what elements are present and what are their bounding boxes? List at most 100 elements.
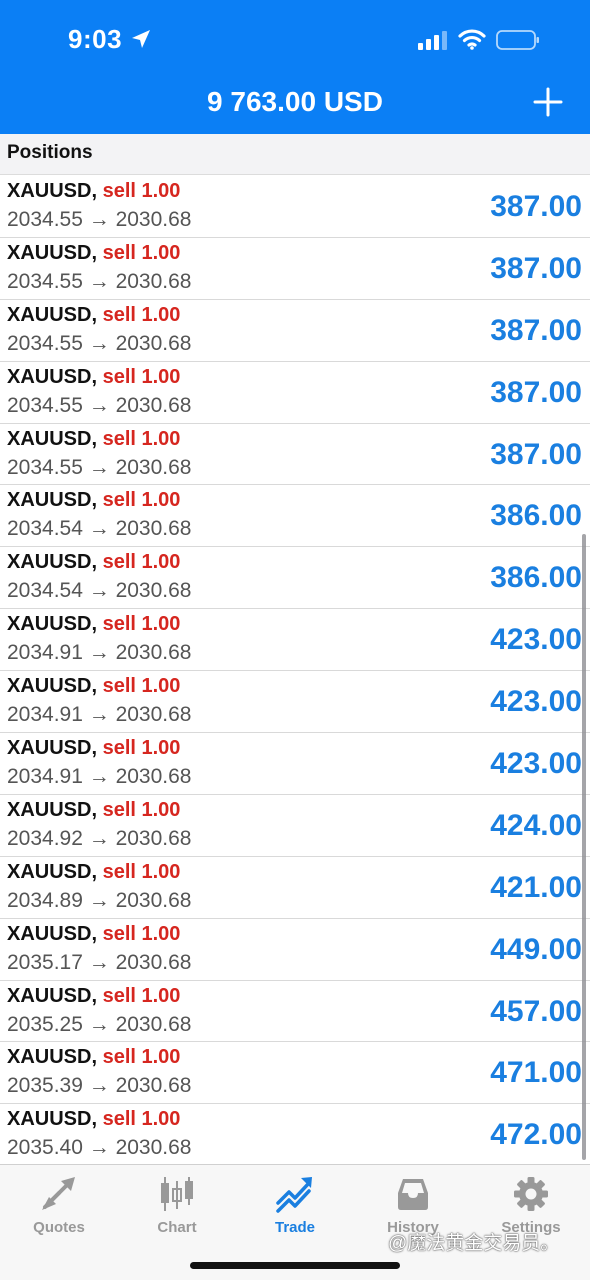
position-row[interactable]: XAUUSD, sell 1.00 2034.55 → 2030.68 387.00 <box>0 424 590 486</box>
tab-chart[interactable]: Chart <box>118 1173 236 1236</box>
position-symbol: XAUUSD, <box>7 241 98 264</box>
position-symbol: XAUUSD, <box>7 365 98 388</box>
position-symbol: XAUUSD, <box>7 798 98 821</box>
position-profit: 471.00 <box>490 1056 582 1090</box>
positions-section-header: Positions <box>0 134 590 175</box>
position-title: XAUUSD, sell 1.00 <box>7 242 180 265</box>
position-title: XAUUSD, sell 1.00 <box>7 428 180 451</box>
position-profit: 386.00 <box>490 499 582 533</box>
position-symbol: XAUUSD, <box>7 489 98 512</box>
position-row[interactable]: XAUUSD, sell 1.00 2034.54 → 2030.68 386.00 <box>0 547 590 610</box>
position-side: sell 1.00 <box>102 427 181 450</box>
position-title: XAUUSD, sell 1.00 <box>7 304 180 327</box>
position-profit: 424.00 <box>490 808 582 842</box>
position-row[interactable]: XAUUSD, sell 1.00 2035.39 → 2030.68 471.00 <box>0 1042 590 1105</box>
position-profit: 387.00 <box>490 437 582 471</box>
position-prices: 2034.91 → 2030.68 <box>7 641 192 665</box>
position-title: XAUUSD, sell 1.00 <box>7 985 180 1008</box>
position-prices: 2034.89 → 2030.68 <box>7 888 192 912</box>
watermark: @魔法黄金交易员。 <box>388 1233 560 1254</box>
home-indicator <box>190 1262 400 1269</box>
position-profit: 457.00 <box>490 994 582 1028</box>
position-side: sell 1.00 <box>102 798 181 821</box>
position-profit: 449.00 <box>490 932 582 966</box>
positions-list: XAUUSD, sell 1.00 2034.55 → 2030.68 387.00… <box>0 176 590 1167</box>
position-row[interactable]: XAUUSD, sell 1.00 2034.91 → 2030.68 423.00 <box>0 609 590 672</box>
position-side: sell 1.00 <box>102 860 181 883</box>
position-profit: 387.00 <box>490 251 582 285</box>
position-symbol: XAUUSD, <box>7 860 98 883</box>
cellular-signal-icon <box>418 31 447 50</box>
position-symbol: XAUUSD, <box>7 984 98 1007</box>
position-row[interactable]: XAUUSD, sell 1.00 2035.17 → 2030.68 449.00 <box>0 919 590 981</box>
position-profit: 387.00 <box>490 313 582 347</box>
battery-icon <box>496 30 539 50</box>
position-row[interactable]: XAUUSD, sell 1.00 2034.54 → 2030.68 386.00 <box>0 485 590 548</box>
position-side: sell 1.00 <box>102 489 181 512</box>
position-profit: 387.00 <box>490 190 582 223</box>
position-prices: 2035.17 → 2030.68 <box>7 950 192 974</box>
location-arrow-icon <box>132 30 150 48</box>
position-side: sell 1.00 <box>102 1108 181 1131</box>
position-row[interactable]: XAUUSD, sell 1.00 2035.25 → 2030.68 457.00 <box>0 981 590 1043</box>
position-title: XAUUSD, sell 1.00 <box>7 861 180 884</box>
position-symbol: XAUUSD, <box>7 1108 98 1131</box>
scrollbar[interactable] <box>582 534 586 1160</box>
position-prices: 2035.40 → 2030.68 <box>7 1136 192 1160</box>
trade-trend-icon <box>276 1177 312 1213</box>
position-prices: 2034.92 → 2030.68 <box>7 826 192 850</box>
tab-trade[interactable]: Trade <box>236 1173 354 1236</box>
position-symbol: XAUUSD, <box>7 551 98 574</box>
status-time: 9:03 <box>68 24 123 54</box>
position-side: sell 1.00 <box>102 737 181 760</box>
position-row[interactable]: XAUUSD, sell 1.00 2034.89 → 2030.68 421.00 <box>0 857 590 919</box>
position-symbol: XAUUSD, <box>7 1046 98 1069</box>
position-prices: 2035.25 → 2030.68 <box>7 1012 192 1036</box>
position-title: XAUUSD, sell 1.00 <box>7 737 180 760</box>
position-row[interactable]: XAUUSD, sell 1.00 2034.55 → 2030.68 387.00 <box>0 238 590 300</box>
position-prices: 2034.91 → 2030.68 <box>7 765 192 789</box>
position-row[interactable]: XAUUSD, sell 1.00 2034.91 → 2030.68 423.00 <box>0 733 590 795</box>
tab-history[interactable]: History <box>354 1173 472 1236</box>
add-position-button[interactable] <box>532 86 564 118</box>
position-title: XAUUSD, sell 1.00 <box>7 923 180 946</box>
position-prices: 2034.54 → 2030.68 <box>7 579 192 603</box>
position-row[interactable]: XAUUSD, sell 1.00 2035.40 → 2030.68 472.00 <box>0 1104 590 1167</box>
section-title: Positions <box>7 142 93 163</box>
tab-settings[interactable]: Settings <box>472 1173 590 1236</box>
position-profit: 472.00 <box>490 1118 582 1152</box>
position-side: sell 1.00 <box>102 984 181 1007</box>
position-symbol: XAUUSD, <box>7 180 98 202</box>
position-row[interactable]: XAUUSD, sell 1.00 2034.92 → 2030.68 424.00 <box>0 795 590 857</box>
wifi-icon <box>458 29 486 50</box>
position-side: sell 1.00 <box>102 551 181 574</box>
position-profit: 421.00 <box>490 870 582 904</box>
account-balance: 9 763.00 USD <box>207 86 383 117</box>
position-title: XAUUSD, sell 1.00 <box>7 551 180 574</box>
position-symbol: XAUUSD, <box>7 303 98 326</box>
position-prices: 2034.54 → 2030.68 <box>7 517 192 541</box>
tab-quotes[interactable]: Quotes <box>0 1173 118 1236</box>
position-side: sell 1.00 <box>102 613 181 636</box>
position-prices: 2034.55 → 2030.68 <box>7 208 192 231</box>
position-title: XAUUSD, sell 1.00 <box>7 613 180 636</box>
position-symbol: XAUUSD, <box>7 737 98 760</box>
position-side: sell 1.00 <box>102 241 181 264</box>
position-side: sell 1.00 <box>102 365 181 388</box>
position-prices: 2034.55 → 2030.68 <box>7 269 192 293</box>
gear-icon <box>514 1177 548 1211</box>
tab-label: Quotes <box>33 1219 85 1236</box>
position-row[interactable]: XAUUSD, sell 1.00 2034.91 → 2030.68 423.00 <box>0 671 590 734</box>
tab-label: Trade <box>274 1219 316 1236</box>
position-row[interactable]: XAUUSD, sell 1.00 2034.55 → 2030.68 387.00 <box>0 362 590 424</box>
position-row[interactable]: XAUUSD, sell 1.00 2034.55 → 2030.68 387.00 <box>0 300 590 362</box>
position-prices: 2034.91 → 2030.68 <box>7 703 192 727</box>
candlestick-icon <box>161 1177 193 1211</box>
position-row[interactable]: XAUUSD, sell 1.00 2034.55 → 2030.68 387.00 <box>0 176 590 238</box>
position-title: XAUUSD, sell 1.00 <box>7 799 180 822</box>
app-header: 9:03 9 763.00 USD <box>0 0 590 134</box>
position-symbol: XAUUSD, <box>7 613 98 636</box>
position-title: XAUUSD, sell 1.00 <box>7 1108 180 1131</box>
position-profit: 386.00 <box>490 561 582 595</box>
inbox-tray-icon <box>398 1179 428 1210</box>
